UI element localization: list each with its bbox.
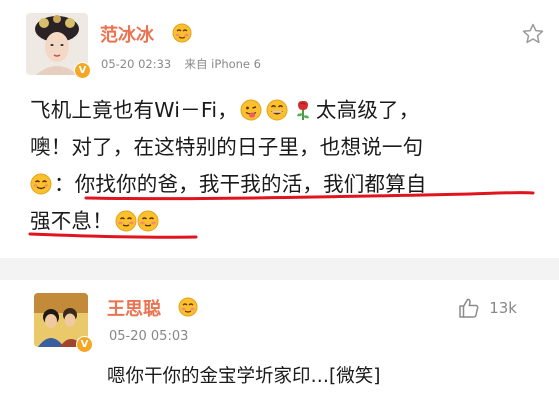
reply-body: 嗯你干你的金宝学圻家印…[微笑] (107, 366, 381, 387)
rose-emoji-icon (296, 100, 309, 120)
like-count: 13k (489, 299, 517, 317)
verified-badge: V (74, 62, 91, 79)
blush-emoji-icon (178, 297, 198, 317)
post-line-3: ：你找你的爸，我干我的活，我们都算自 (54, 172, 427, 196)
post-line-4: 强不息！ (30, 209, 113, 233)
smile-emoji-icon (30, 173, 52, 195)
like-button[interactable]: 13k (457, 296, 517, 320)
favorite-star-icon[interactable] (521, 22, 545, 46)
post-line-1b: 太高级了， (315, 98, 420, 122)
weibo-post: V 范冰冰 05-20 02:33 来自 iPhone 6 飞机上竟也有Wi－F… (0, 0, 559, 258)
tongue-emoji-icon (240, 99, 262, 121)
post-meta: 05-20 02:33 来自 iPhone 6 (101, 56, 261, 72)
post-body: 飞机上竟也有Wi－Fi， 太高级了， 噢！对了，在这特别的日子里，也想说一句 ：… (30, 92, 540, 240)
author-name[interactable]: 范冰冰 (100, 21, 154, 47)
card-separator (0, 258, 559, 280)
reply-author-name[interactable]: 王思聪 (107, 295, 161, 321)
blush-emoji-icon (115, 210, 137, 232)
verified-badge: V (76, 336, 93, 353)
grin-emoji-icon (266, 99, 288, 121)
thumbs-up-icon (459, 298, 479, 318)
post-line-2: 噢！对了，在这特别的日子里，也想说一句 (30, 135, 424, 159)
post-timestamp[interactable]: 05-20 02:33 (101, 57, 171, 71)
reply-timestamp[interactable]: 05-20 05:03 (109, 329, 188, 344)
blush-emoji-icon (137, 210, 159, 232)
blush-emoji-icon (172, 23, 192, 43)
post-line-1a: 飞机上竟也有Wi－Fi， (30, 98, 238, 122)
post-source: 来自 iPhone 6 (184, 57, 261, 71)
